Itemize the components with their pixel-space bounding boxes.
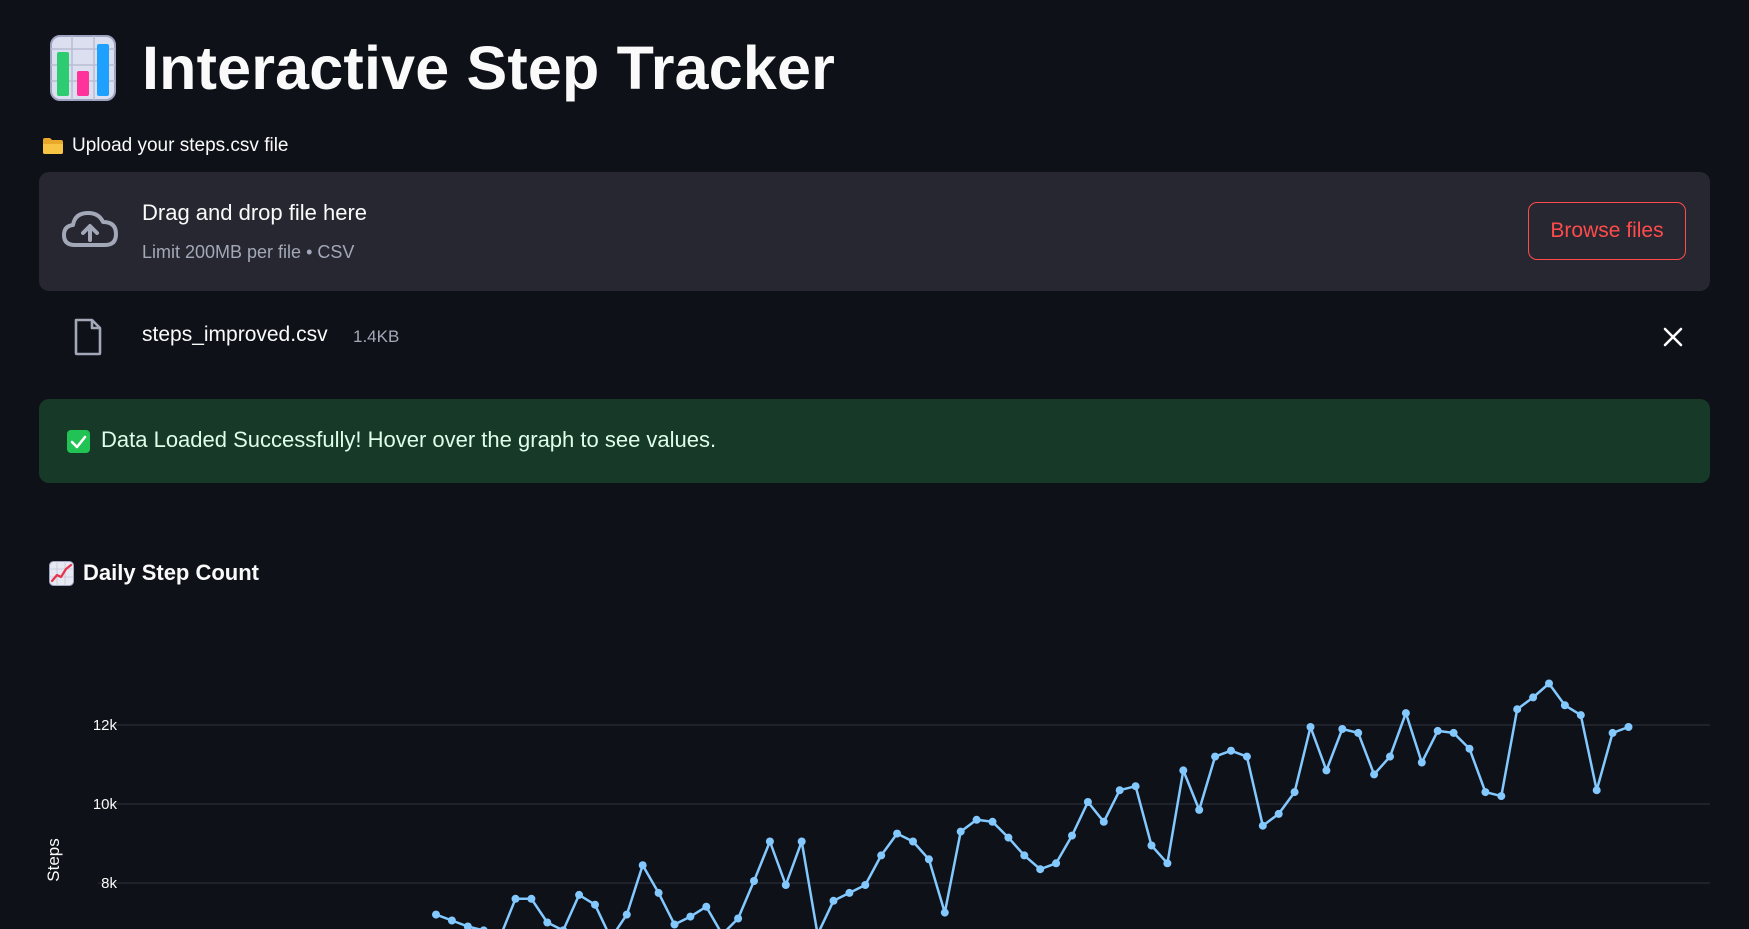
data-point[interactable] bbox=[877, 851, 886, 860]
data-point[interactable] bbox=[797, 837, 806, 846]
browse-files-button[interactable]: Browse files bbox=[1528, 202, 1686, 260]
data-point[interactable] bbox=[781, 881, 790, 889]
data-point[interactable] bbox=[1147, 841, 1156, 850]
data-point[interactable] bbox=[988, 817, 997, 826]
data-point[interactable] bbox=[765, 837, 774, 846]
data-point[interactable] bbox=[750, 877, 758, 885]
data-point[interactable] bbox=[591, 900, 599, 909]
data-point[interactable] bbox=[1290, 788, 1299, 797]
y-axis-title: Steps bbox=[44, 838, 63, 881]
series-line[interactable] bbox=[435, 682, 1629, 929]
data-point[interactable] bbox=[543, 918, 552, 927]
data-point[interactable] bbox=[829, 896, 838, 905]
app-page: Interactive Step Tracker Upload your ste… bbox=[0, 0, 1749, 929]
data-point[interactable] bbox=[845, 888, 854, 897]
data-point[interactable] bbox=[1560, 701, 1569, 710]
title-row: Interactive Step Tracker bbox=[50, 30, 835, 106]
data-point[interactable] bbox=[1322, 766, 1331, 775]
file-dropzone[interactable]: Drag and drop file here Limit 200MB per … bbox=[39, 172, 1710, 291]
data-point[interactable] bbox=[702, 902, 711, 911]
data-point[interactable] bbox=[1370, 770, 1379, 779]
y-tick-label: 8k bbox=[101, 875, 117, 892]
data-point[interactable] bbox=[1242, 752, 1251, 761]
data-point[interactable] bbox=[940, 908, 949, 917]
data-point[interactable] bbox=[670, 920, 679, 929]
data-point[interactable] bbox=[463, 922, 472, 929]
data-point[interactable] bbox=[1036, 865, 1045, 874]
data-point[interactable] bbox=[1306, 723, 1315, 731]
data-point[interactable] bbox=[527, 894, 536, 903]
data-point[interactable] bbox=[1115, 786, 1124, 795]
data-point[interactable] bbox=[1274, 809, 1283, 818]
data-point[interactable] bbox=[1545, 679, 1553, 688]
data-point[interactable] bbox=[1163, 859, 1172, 868]
bar-chart-emoji-icon bbox=[50, 35, 116, 101]
data-point[interactable] bbox=[432, 910, 440, 919]
data-point[interactable] bbox=[1258, 821, 1267, 830]
data-point[interactable] bbox=[1020, 851, 1029, 860]
uploaded-file-row: steps_improved.csv 1.4KB bbox=[39, 312, 1710, 362]
data-point[interactable] bbox=[1497, 792, 1506, 801]
data-point[interactable] bbox=[447, 916, 456, 925]
data-point[interactable] bbox=[972, 815, 981, 824]
uploaded-file-name: steps_improved.csv bbox=[142, 323, 328, 346]
data-point[interactable] bbox=[1417, 758, 1426, 767]
data-point[interactable] bbox=[956, 827, 965, 836]
uploader-label-row: Upload your steps.csv file bbox=[42, 135, 289, 157]
data-point[interactable] bbox=[1433, 726, 1442, 735]
chart-header: Daily Step Count bbox=[49, 560, 259, 586]
data-point[interactable] bbox=[1083, 798, 1092, 806]
data-point[interactable] bbox=[1513, 705, 1522, 714]
page-title: Interactive Step Tracker bbox=[142, 34, 836, 102]
data-point[interactable] bbox=[1592, 786, 1601, 795]
cloud-upload-icon bbox=[62, 211, 118, 247]
data-point[interactable] bbox=[909, 837, 917, 846]
data-point[interactable] bbox=[1529, 693, 1538, 702]
folder-icon bbox=[43, 138, 63, 154]
data-point[interactable] bbox=[1131, 782, 1140, 791]
data-point[interactable] bbox=[1354, 728, 1363, 737]
dropzone-limit-text: Limit 200MB per file • CSV bbox=[142, 242, 355, 262]
data-point[interactable] bbox=[686, 912, 695, 921]
y-axis-ticks: 8k 10k 12k bbox=[93, 717, 118, 892]
data-point[interactable] bbox=[1481, 788, 1490, 797]
data-point[interactable] bbox=[638, 861, 647, 870]
data-point[interactable] bbox=[1576, 711, 1585, 720]
data-point[interactable] bbox=[511, 894, 520, 903]
uploader-label: Upload your steps.csv file bbox=[72, 135, 289, 156]
data-point[interactable] bbox=[861, 881, 870, 889]
y-tick-label: 12k bbox=[93, 717, 118, 734]
dropzone-instructions: Drag and drop file here bbox=[142, 200, 368, 225]
data-point[interactable] bbox=[1052, 859, 1061, 868]
close-icon[interactable] bbox=[1660, 324, 1686, 350]
data-point[interactable] bbox=[1338, 725, 1347, 733]
success-alert: Data Loaded Successfully! Hover over the… bbox=[39, 399, 1710, 483]
data-point[interactable] bbox=[654, 888, 663, 897]
data-point[interactable] bbox=[1401, 709, 1410, 718]
chart-title: Daily Step Count bbox=[83, 560, 260, 585]
success-alert-text: Data Loaded Successfully! Hover over the… bbox=[101, 427, 717, 452]
data-point[interactable] bbox=[734, 914, 743, 923]
data-point[interactable] bbox=[1004, 833, 1013, 842]
data-point[interactable] bbox=[1386, 752, 1394, 761]
data-point[interactable] bbox=[1465, 744, 1474, 753]
data-point[interactable] bbox=[1211, 752, 1220, 761]
data-point[interactable] bbox=[575, 890, 584, 899]
data-point[interactable] bbox=[1099, 817, 1108, 826]
data-point[interactable] bbox=[1449, 728, 1458, 737]
data-point[interactable] bbox=[1227, 746, 1235, 755]
data-point[interactable] bbox=[622, 910, 631, 919]
data-point[interactable] bbox=[1624, 723, 1633, 731]
data-point[interactable] bbox=[1195, 805, 1204, 814]
file-icon bbox=[74, 318, 102, 356]
data-point[interactable] bbox=[893, 829, 902, 838]
check-box-icon bbox=[67, 430, 90, 453]
y-tick-label: 10k bbox=[93, 796, 118, 813]
data-point[interactable] bbox=[1608, 728, 1617, 737]
data-point[interactable] bbox=[1179, 766, 1188, 775]
uploaded-file-size: 1.4KB bbox=[353, 327, 400, 346]
chart-increasing-emoji-icon bbox=[49, 560, 74, 586]
data-point[interactable] bbox=[1068, 831, 1076, 840]
data-point[interactable] bbox=[924, 855, 933, 864]
